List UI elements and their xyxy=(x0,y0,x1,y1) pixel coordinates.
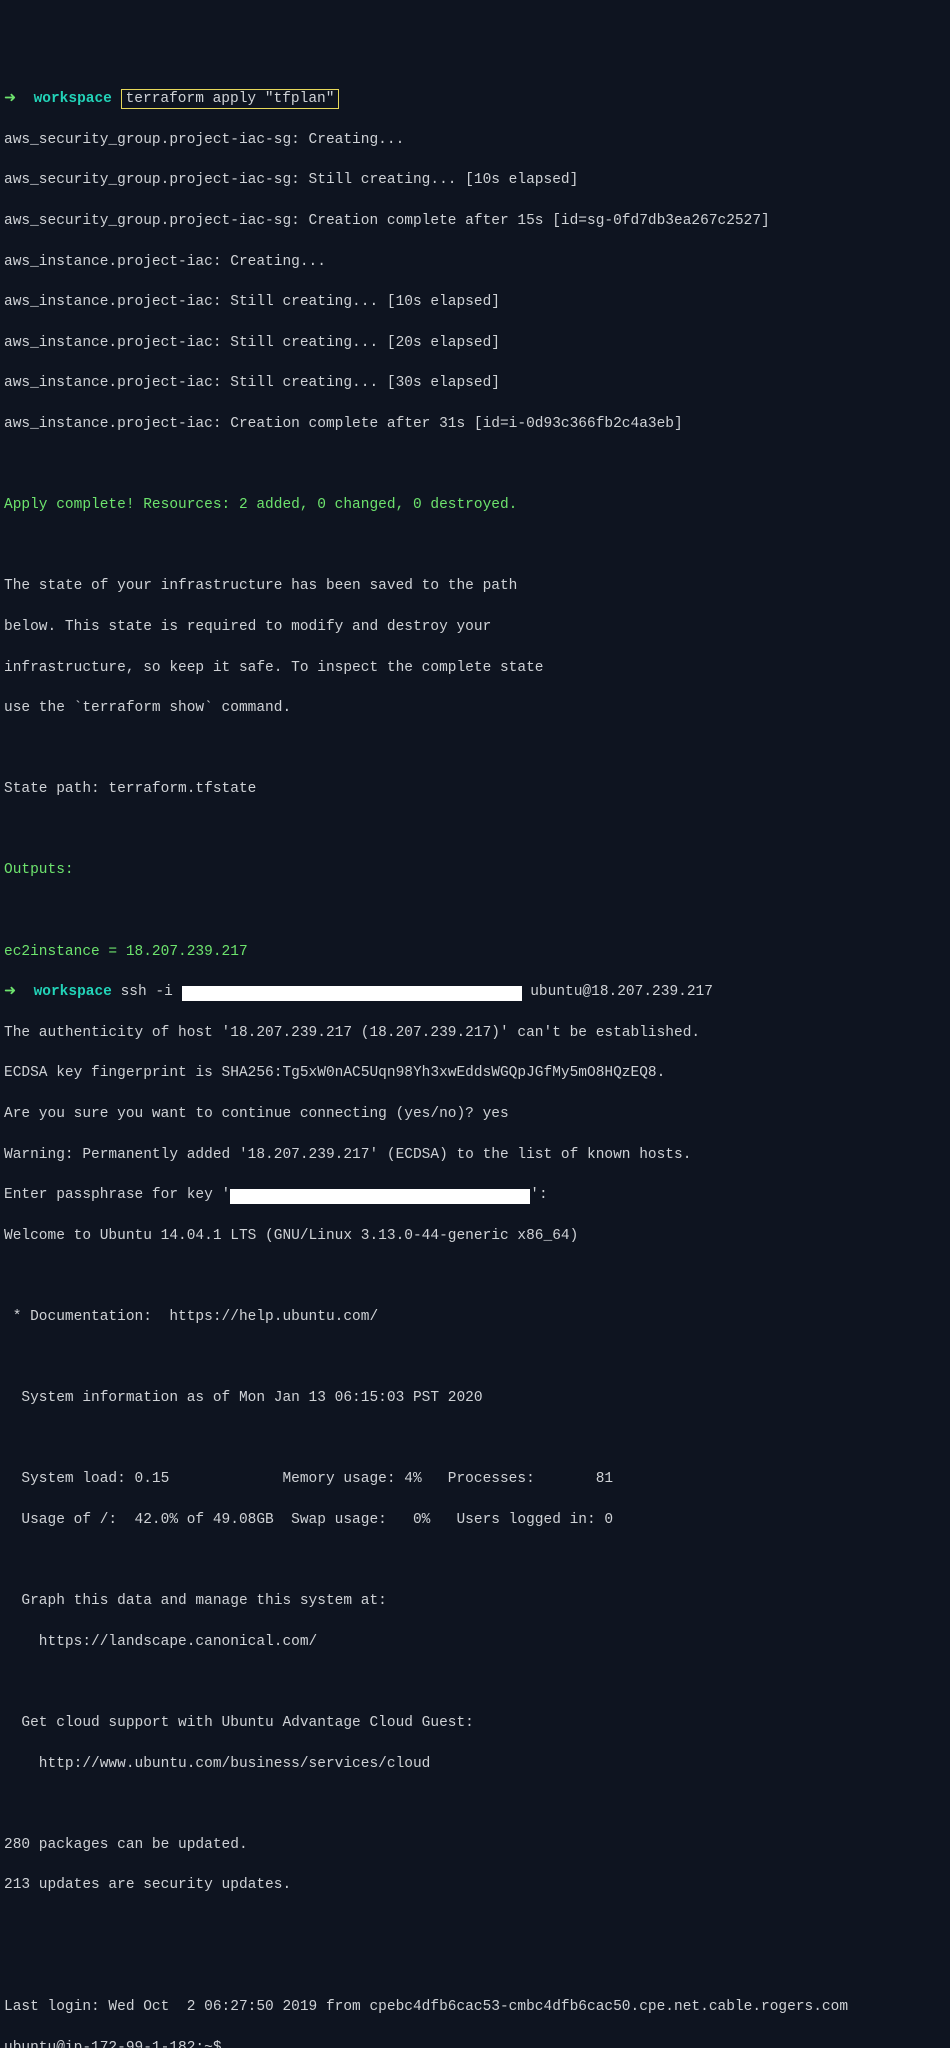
blank-line xyxy=(4,1266,946,1286)
ec2instance-output: ec2instance = 18.207.239.217 xyxy=(4,942,946,962)
blank-line xyxy=(4,1551,946,1571)
blank-line xyxy=(4,739,946,759)
motd-stats-row: Usage of /: 42.0% of 49.08GB Swap usage:… xyxy=(4,1510,946,1530)
ssh-fingerprint: ECDSA key fingerprint is SHA256:Tg5xW0nA… xyxy=(4,1063,946,1083)
redacted-keyfile xyxy=(182,986,522,1001)
redacted-keypath xyxy=(230,1189,530,1204)
pass-post: ': xyxy=(530,1187,547,1203)
blank-line xyxy=(4,536,946,556)
motd-sysinfo: System information as of Mon Jan 13 06:1… xyxy=(4,1388,946,1408)
blank-line xyxy=(4,1957,946,1977)
ssh-authenticity: The authenticity of host '18.207.239.217… xyxy=(4,1023,946,1043)
ssh-command-post: ubuntu@18.207.239.217 xyxy=(522,984,713,1000)
ssh-confirm: Are you sure you want to continue connec… xyxy=(4,1104,946,1124)
shell-prompt[interactable]: ubuntu@ip-172-99-1-182:~$ xyxy=(4,2038,946,2048)
blank-line xyxy=(4,455,946,475)
command-highlight-box: terraform apply "tfplan" xyxy=(121,89,340,109)
motd-doc: * Documentation: https://help.ubuntu.com… xyxy=(4,1307,946,1327)
prompt-arrow-icon: ➜ xyxy=(4,984,16,1000)
state-msg: below. This state is required to modify … xyxy=(4,617,946,637)
terraform-log: aws_instance.project-iac: Still creating… xyxy=(4,292,946,312)
terraform-log: aws_instance.project-iac: Creation compl… xyxy=(4,414,946,434)
state-msg: use the `terraform show` command. xyxy=(4,698,946,718)
motd-cloud: Get cloud support with Ubuntu Advantage … xyxy=(4,1713,946,1733)
prompt-arrow-icon: ➜ xyxy=(4,91,16,107)
blank-line xyxy=(4,901,946,921)
welcome-banner: Welcome to Ubuntu 14.04.1 LTS (GNU/Linux… xyxy=(4,1226,946,1246)
prompt-line[interactable]: ➜ workspace ssh -i ubuntu@18.207.239.217 xyxy=(4,982,946,1002)
blank-line xyxy=(4,1794,946,1814)
last-login: Last login: Wed Oct 2 06:27:50 2019 from… xyxy=(4,1997,946,2017)
state-msg: The state of your infrastructure has bee… xyxy=(4,576,946,596)
ssh-warning: Warning: Permanently added '18.207.239.2… xyxy=(4,1145,946,1165)
state-path: State path: terraform.tfstate xyxy=(4,779,946,799)
ssh-command-pre: ssh -i xyxy=(121,984,182,1000)
motd-cloud: http://www.ubuntu.com/business/services/… xyxy=(4,1754,946,1774)
terraform-log: aws_security_group.project-iac-sg: Creat… xyxy=(4,211,946,231)
blank-line xyxy=(4,1672,946,1692)
motd-graph: Graph this data and manage this system a… xyxy=(4,1591,946,1611)
terraform-log: aws_instance.project-iac: Creating... xyxy=(4,252,946,272)
motd-graph: https://landscape.canonical.com/ xyxy=(4,1632,946,1652)
motd-pkg: 213 updates are security updates. xyxy=(4,1875,946,1895)
prompt-line[interactable]: ➜ workspace terraform apply "tfplan" xyxy=(4,89,946,109)
blank-line xyxy=(4,820,946,840)
terraform-log: aws_security_group.project-iac-sg: Still… xyxy=(4,170,946,190)
terraform-log: aws_instance.project-iac: Still creating… xyxy=(4,373,946,393)
cwd-label: workspace xyxy=(34,984,112,1000)
ssh-passphrase-line: Enter passphrase for key ' ': xyxy=(4,1185,946,1205)
outputs-header: Outputs: xyxy=(4,860,946,880)
blank-line xyxy=(4,1348,946,1368)
terraform-log: aws_security_group.project-iac-sg: Creat… xyxy=(4,130,946,150)
pass-pre: Enter passphrase for key ' xyxy=(4,1187,230,1203)
motd-stats-row: System load: 0.15 Memory usage: 4% Proce… xyxy=(4,1469,946,1489)
terraform-log: aws_instance.project-iac: Still creating… xyxy=(4,333,946,353)
blank-line xyxy=(4,1429,946,1449)
blank-line xyxy=(4,1916,946,1936)
apply-complete-msg: Apply complete! Resources: 2 added, 0 ch… xyxy=(4,495,946,515)
motd-pkg: 280 packages can be updated. xyxy=(4,1835,946,1855)
cwd-label: workspace xyxy=(34,91,112,107)
state-msg: infrastructure, so keep it safe. To insp… xyxy=(4,658,946,678)
